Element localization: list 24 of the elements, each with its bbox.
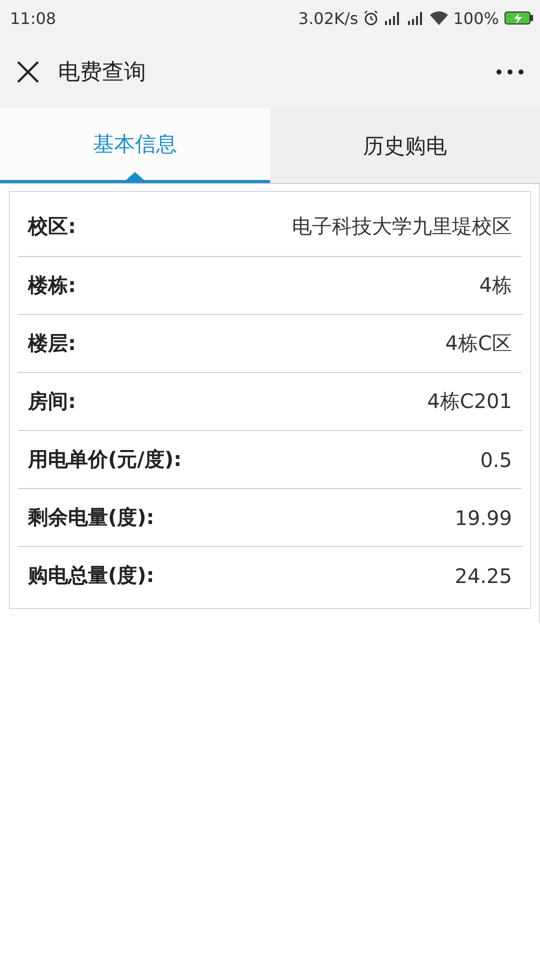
clock-time: 11:08 <box>10 8 56 28</box>
field-label: 校区: <box>28 212 76 240</box>
wifi-icon <box>430 11 448 25</box>
field-label: 用电单价(元/度): <box>28 446 182 473</box>
field-label: 购电总量(度): <box>28 562 154 589</box>
alarm-clock-icon <box>363 10 380 26</box>
field-value: 4栋C201 <box>427 388 512 415</box>
field-label: 楼层: <box>28 330 76 357</box>
network-speed: 3.02K/s <box>298 8 358 28</box>
close-icon[interactable] <box>16 60 40 84</box>
battery-percent: 100% <box>453 8 499 28</box>
more-icon[interactable] <box>496 69 524 75</box>
battery-charging-icon <box>504 11 534 25</box>
page-title: 电费查询 <box>58 59 147 87</box>
field-value: 电子科技大学九里堤校区 <box>292 212 512 240</box>
field-label: 楼栋: <box>28 272 76 299</box>
tab[interactable]: 基本信息 <box>0 108 270 183</box>
field-label: 房间: <box>28 388 76 415</box>
field-label: 剩余电量(度): <box>28 504 154 531</box>
field-value: 4栋C区 <box>445 330 512 357</box>
field-value: 4栋 <box>479 272 512 299</box>
field-value: 19.99 <box>454 506 512 530</box>
field-value: 0.5 <box>480 448 512 472</box>
field-value: 24.25 <box>454 564 512 588</box>
